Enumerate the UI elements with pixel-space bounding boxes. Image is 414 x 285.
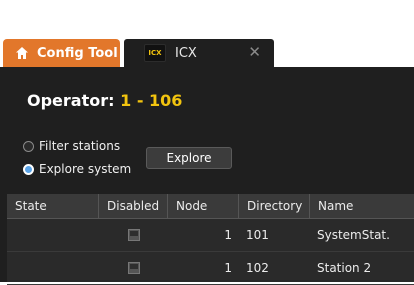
explore-system-label: Explore system [39, 162, 132, 176]
column-header-node[interactable]: Node [167, 194, 238, 218]
table-row[interactable]: 1 102 Station 2 [7, 252, 414, 285]
filter-stations-radio[interactable]: Filter stations [23, 139, 120, 153]
tab-icx-label: ICX [175, 45, 197, 61]
column-header-name[interactable]: Name [309, 194, 414, 218]
tab-strip: Config Tool ICX ICX ✕ [0, 0, 414, 67]
directory-cell: 101 [246, 228, 269, 242]
tab-config-tool[interactable]: Config Tool [3, 39, 120, 67]
table-row[interactable]: 1 101 SystemStat. [7, 219, 414, 252]
home-icon [15, 46, 29, 60]
radio-checked-icon [23, 163, 34, 175]
tab-icx[interactable]: ICX ICX ✕ [124, 39, 274, 67]
icx-icon: ICX [144, 44, 166, 62]
state-cell [7, 252, 98, 284]
operator-heading: Operator: 1 - 106 [27, 91, 182, 110]
filter-stations-label: Filter stations [39, 139, 121, 153]
node-cell: 1 [224, 228, 232, 242]
disabled-checkbox[interactable] [128, 229, 140, 241]
stations-table: State Disabled Node Directory Name 1 101… [7, 194, 414, 285]
directory-cell: 102 [246, 261, 269, 275]
close-icon[interactable]: ✕ [248, 44, 261, 60]
table-header: State Disabled Node Directory Name [7, 194, 414, 219]
column-header-directory[interactable]: Directory [238, 194, 309, 218]
explore-system-radio[interactable]: Explore system [23, 162, 131, 176]
column-header-disabled[interactable]: Disabled [98, 194, 167, 218]
node-cell: 1 [224, 261, 232, 275]
operator-value: 1 - 106 [120, 91, 183, 110]
name-cell: Station 2 [317, 261, 372, 275]
state-cell [7, 219, 98, 251]
operator-label: Operator: [27, 91, 115, 110]
tab-config-tool-label: Config Tool [37, 45, 118, 61]
radio-unchecked-icon [23, 140, 34, 152]
column-header-state[interactable]: State [7, 194, 98, 218]
disabled-checkbox[interactable] [128, 262, 140, 274]
name-cell: SystemStat. [317, 228, 390, 242]
explore-button[interactable]: Explore [146, 147, 232, 169]
icx-panel: Operator: 1 - 106 Filter stations Explor… [0, 67, 414, 285]
